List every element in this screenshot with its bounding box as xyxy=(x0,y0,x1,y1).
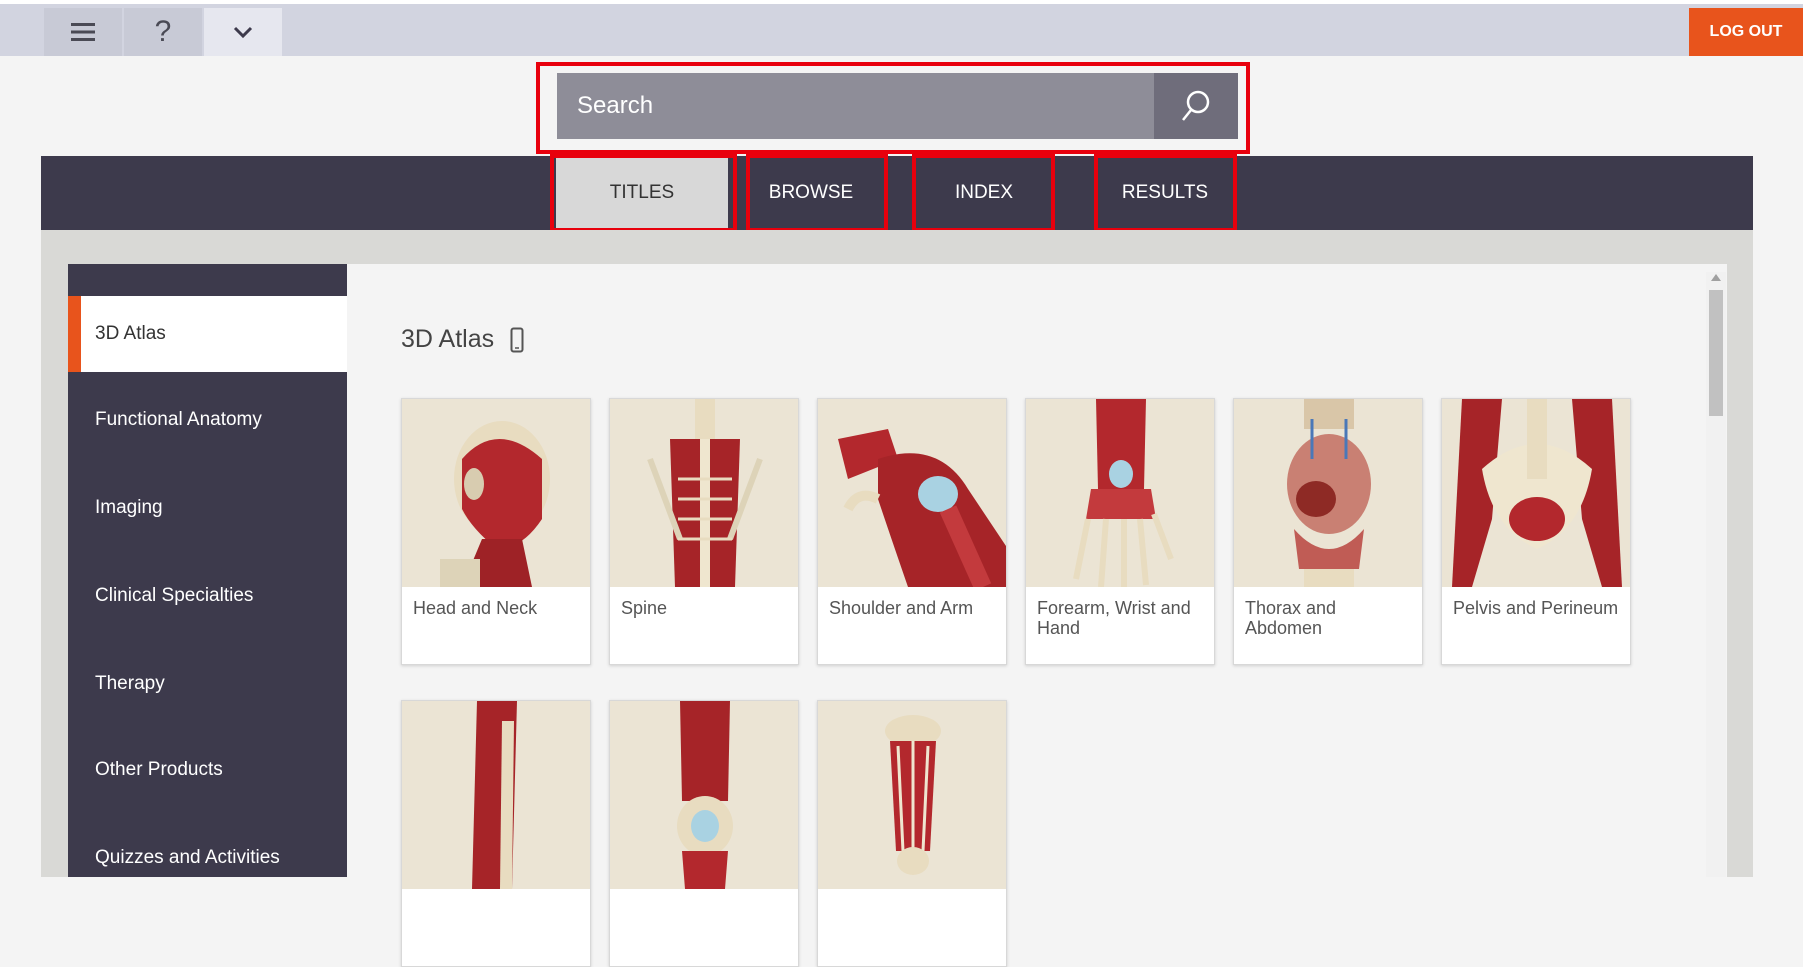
sidebar-item-other-products[interactable]: Other Products xyxy=(68,732,347,808)
anatomy-thumbnail xyxy=(1026,399,1214,587)
vertical-scrollbar[interactable] xyxy=(1706,272,1726,877)
atlas-card-head-and-neck[interactable]: Head and Neck xyxy=(401,398,591,665)
atlas-card-spine[interactable]: Spine xyxy=(609,398,799,665)
anatomy-thumbnail xyxy=(1234,399,1422,587)
scroll-thumb[interactable] xyxy=(1709,290,1723,416)
atlas-card-thorax-and-abdomen[interactable]: Thorax and Abdomen xyxy=(1233,398,1423,665)
atlas-card-7[interactable] xyxy=(401,700,591,967)
top-toolbar: ? LOG OUT xyxy=(0,0,1803,56)
card-label: Forearm, Wrist and Hand xyxy=(1037,598,1191,638)
scroll-up-arrow-icon[interactable] xyxy=(1711,274,1721,281)
search-bar xyxy=(557,73,1238,139)
logout-button[interactable]: LOG OUT xyxy=(1689,8,1803,56)
atlas-card-forearm-wrist-and-hand[interactable]: Forearm, Wrist and Hand xyxy=(1025,398,1215,665)
tab-titles-highlight xyxy=(550,154,737,232)
search-input[interactable] xyxy=(557,73,1154,139)
card-label: Spine xyxy=(621,598,668,618)
anatomy-thumbnail xyxy=(818,701,1006,889)
card-label: Head and Neck xyxy=(413,598,538,618)
chevron-down-icon xyxy=(233,26,253,39)
atlas-card-9[interactable] xyxy=(817,700,1007,967)
help-button[interactable]: ? xyxy=(124,8,202,56)
hamburger-icon xyxy=(71,23,95,41)
sidebar-item-functional-anatomy[interactable]: Functional Anatomy xyxy=(68,382,347,458)
nav-bar xyxy=(41,156,1753,230)
anatomy-thumbnail xyxy=(402,701,590,889)
card-label: Pelvis and Perineum xyxy=(1453,598,1619,618)
anatomy-thumbnail xyxy=(610,399,798,587)
sidebar-item-3d-atlas[interactable]: 3D Atlas xyxy=(68,296,347,372)
page-title: 3D Atlas xyxy=(401,325,495,353)
search-button[interactable] xyxy=(1154,73,1238,139)
atlas-card-shoulder-and-arm[interactable]: Shoulder and Arm xyxy=(817,398,1007,665)
tab-index-highlight xyxy=(912,154,1055,232)
tab-results-highlight xyxy=(1094,154,1237,232)
sidebar: 3D Atlas Functional Anatomy Imaging Clin… xyxy=(68,264,347,877)
more-button[interactable] xyxy=(204,8,282,56)
sidebar-item-quizzes-and-activities[interactable]: Quizzes and Activities xyxy=(68,820,347,896)
atlas-card-8[interactable] xyxy=(609,700,799,967)
section-header: 3D Atlas xyxy=(401,325,524,354)
tab-browse-highlight xyxy=(746,154,888,232)
atlas-card-pelvis-and-perineum[interactable]: Pelvis and Perineum xyxy=(1441,398,1631,665)
anatomy-thumbnail xyxy=(402,399,590,587)
sidebar-item-therapy[interactable]: Therapy xyxy=(68,646,347,722)
card-label: Thorax and Abdomen xyxy=(1245,598,1337,638)
card-label: Shoulder and Arm xyxy=(829,598,974,618)
mobile-device-icon[interactable] xyxy=(510,327,524,353)
anatomy-thumbnail xyxy=(818,399,1006,587)
search-icon xyxy=(1182,90,1210,121)
menu-button[interactable] xyxy=(44,8,122,56)
anatomy-thumbnail xyxy=(1442,399,1630,587)
anatomy-thumbnail xyxy=(610,701,798,889)
sidebar-item-clinical-specialties[interactable]: Clinical Specialties xyxy=(68,558,347,634)
sidebar-item-imaging[interactable]: Imaging xyxy=(68,470,347,546)
